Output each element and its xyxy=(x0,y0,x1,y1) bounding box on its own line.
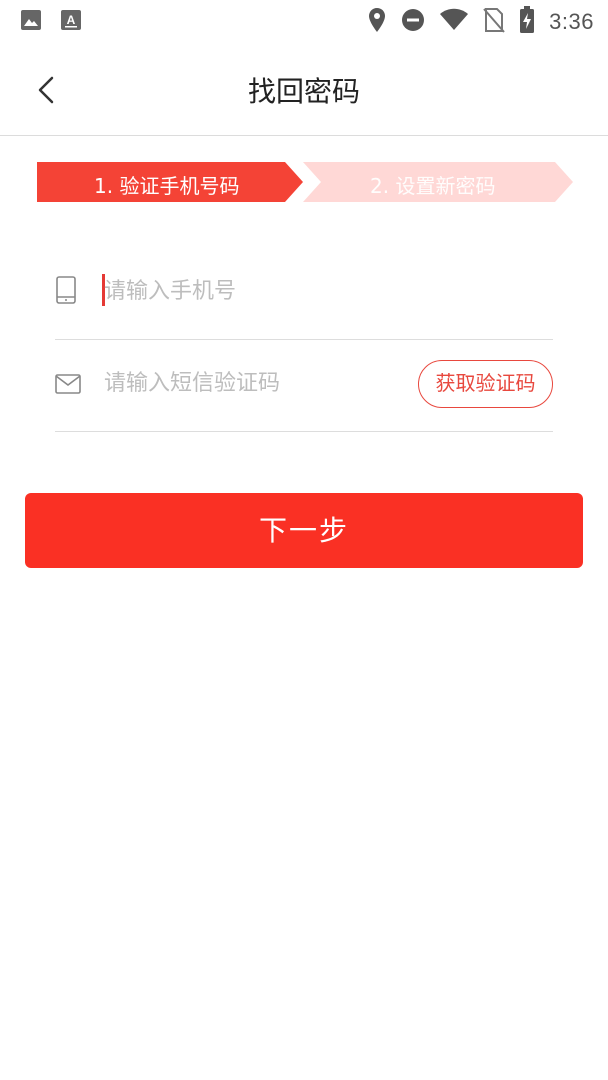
header-bar: 找回密码 xyxy=(0,42,608,136)
no-sim-icon xyxy=(483,7,505,37)
step-1-label: 1. 验证手机号码 xyxy=(94,174,240,198)
mail-icon xyxy=(55,374,81,396)
page-title: 找回密码 xyxy=(247,75,360,108)
next-step-button[interactable]: 下一步 xyxy=(25,493,583,568)
phone-field-row xyxy=(55,248,553,340)
screen: A 3:36 找回密码 1. 验证手机号码 2. 设置新密码 请输入手机号 请输… xyxy=(0,0,608,1080)
status-time: 3:36 xyxy=(549,9,594,34)
sms-code-field-row: 获取验证码 xyxy=(55,340,553,432)
do-not-disturb-icon xyxy=(401,8,425,36)
status-bar: A 3:36 xyxy=(0,0,608,42)
status-right: 3:36 xyxy=(367,6,594,38)
image-icon xyxy=(20,9,42,35)
status-left: A xyxy=(20,9,82,35)
location-icon xyxy=(367,7,387,37)
get-code-button[interactable]: 获取验证码 xyxy=(418,360,553,408)
reset-form: 获取验证码 xyxy=(55,248,553,432)
svg-text:A: A xyxy=(67,13,76,27)
phone-input[interactable] xyxy=(104,270,404,312)
sms-code-input[interactable] xyxy=(104,362,404,404)
font-download-icon: A xyxy=(60,9,82,35)
wifi-icon xyxy=(439,8,469,36)
battery-charging-icon xyxy=(519,6,535,38)
phone-icon xyxy=(55,276,77,304)
step-indicator: 1. 验证手机号码 2. 设置新密码 xyxy=(37,162,573,202)
step-2-label: 2. 设置新密码 xyxy=(370,174,496,198)
